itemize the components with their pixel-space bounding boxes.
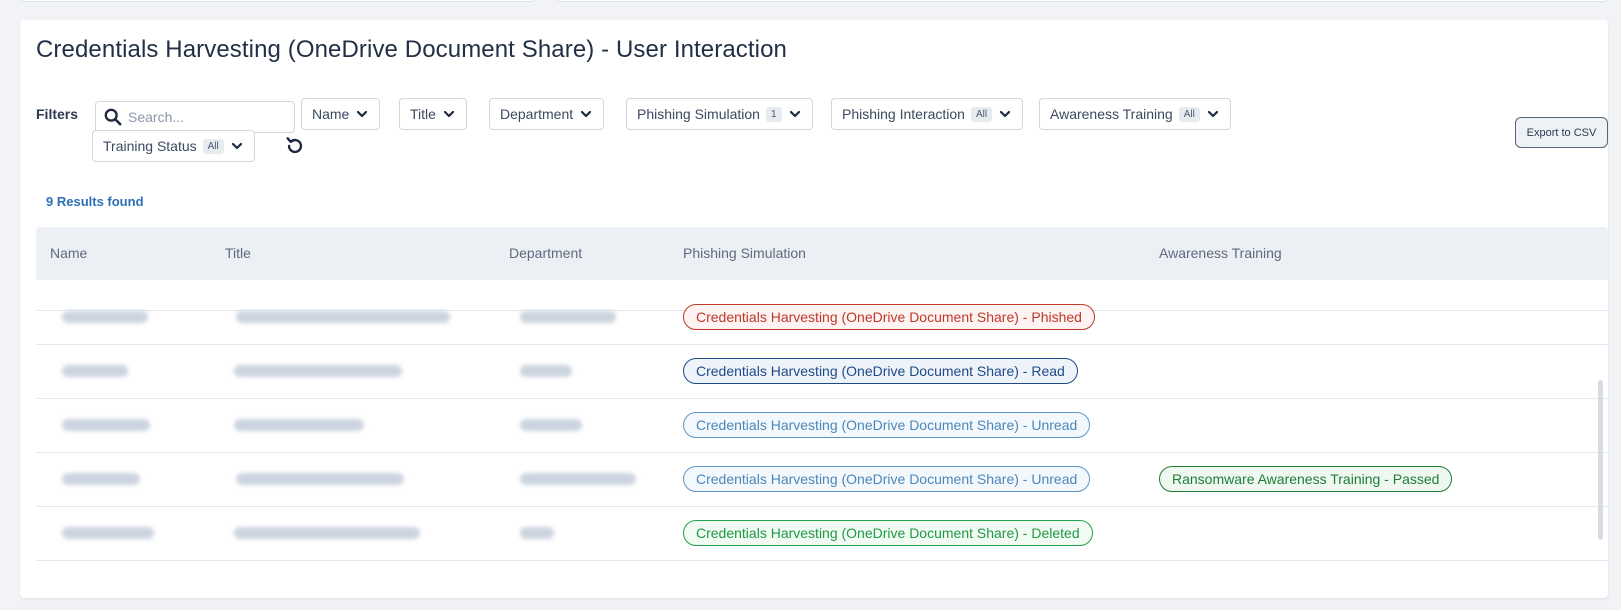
filter-phishing-simulation-label: Phishing Simulation: [637, 106, 760, 122]
phishing-status-badge: Credentials Harvesting (OneDrive Documen…: [683, 358, 1078, 384]
redacted-title: [234, 527, 420, 539]
filters-label: Filters: [36, 106, 79, 122]
filter-phishing-simulation[interactable]: Phishing Simulation 1: [626, 98, 813, 130]
redacted-title: [234, 419, 364, 431]
search-box[interactable]: [95, 101, 295, 133]
phishing-status-badge: Credentials Harvesting (OneDrive Documen…: [683, 466, 1091, 492]
filter-phishing-interaction-label: Phishing Interaction: [842, 106, 965, 122]
filter-title[interactable]: Title: [399, 98, 467, 130]
search-input[interactable]: [128, 109, 278, 125]
redacted-title: [236, 473, 404, 485]
page-title: Credentials Harvesting (OneDrive Documen…: [36, 36, 787, 63]
redacted-department: [520, 365, 572, 377]
chevron-down-icon: [999, 110, 1011, 118]
filter-phishing-interaction[interactable]: Phishing Interaction All: [831, 98, 1024, 130]
results-count: 9 Results found: [46, 194, 144, 209]
chevron-down-icon: [1207, 110, 1218, 118]
reset-icon: [286, 137, 303, 154]
redacted-name: [62, 311, 148, 323]
chevron-down-icon: [789, 110, 800, 118]
search-icon: [104, 108, 122, 126]
redacted-name: [62, 365, 128, 377]
chevron-down-icon: [231, 142, 242, 150]
column-header-phishing-simulation[interactable]: Phishing Simulation: [683, 245, 806, 261]
redacted-department: [520, 527, 554, 539]
user-interaction-panel: Credentials Harvesting (OneDrive Documen…: [20, 20, 1608, 598]
column-header-department[interactable]: Department: [509, 245, 582, 261]
redacted-name: [62, 419, 150, 431]
redacted-title: [236, 311, 450, 323]
table-scrollbar[interactable]: [1598, 380, 1603, 540]
table-row[interactable]: Credentials Harvesting (OneDrive Documen…: [36, 399, 1608, 453]
filter-all-badge: All: [202, 138, 224, 154]
column-header-title[interactable]: Title: [225, 245, 251, 261]
filter-all-badge: All: [970, 106, 993, 122]
redacted-department: [520, 311, 616, 323]
chevron-down-icon: [443, 110, 455, 118]
column-header-name[interactable]: Name: [50, 245, 87, 261]
table-row[interactable]: Credentials Harvesting (OneDrive Documen…: [36, 453, 1608, 507]
redacted-title: [234, 365, 402, 377]
phishing-status-badge: Credentials Harvesting (OneDrive Documen…: [683, 412, 1091, 438]
filter-name[interactable]: Name: [301, 98, 381, 130]
filter-department-label: Department: [500, 106, 574, 122]
table-header: Name Title Department Phishing Simulatio…: [36, 227, 1608, 280]
redacted-department: [520, 419, 582, 431]
redacted-department: [520, 473, 636, 485]
filter-training-status[interactable]: Training Status All: [92, 130, 255, 162]
training-status-badge: Ransomware Awareness Training - Passed: [1159, 466, 1453, 492]
top-card-right: [556, 0, 1608, 2]
filter-awareness-training[interactable]: Awareness Training All: [1039, 98, 1231, 130]
reset-filters-button[interactable]: [282, 133, 308, 159]
redacted-name: [62, 527, 154, 539]
filter-count-badge: 1: [765, 106, 782, 122]
filter-department[interactable]: Department: [489, 98, 605, 130]
table-row[interactable]: Credentials Harvesting (OneDrive Documen…: [36, 507, 1608, 561]
chevron-down-icon: [357, 110, 368, 118]
table-row[interactable]: Credentials Harvesting (OneDrive Documen…: [36, 345, 1608, 399]
filter-training-status-label: Training Status: [103, 138, 197, 154]
top-card-left: [20, 0, 534, 2]
filter-title-label: Title: [410, 106, 436, 122]
redacted-name: [62, 473, 140, 485]
phishing-status-badge: Credentials Harvesting (OneDrive Documen…: [683, 520, 1093, 546]
export-csv-button[interactable]: Export to CSV: [1515, 117, 1608, 148]
filter-name-label: Name: [312, 106, 350, 122]
filter-all-badge: All: [1178, 106, 1200, 122]
filter-awareness-training-label: Awareness Training: [1050, 106, 1173, 122]
chevron-down-icon: [581, 110, 592, 118]
phishing-status-badge: Credentials Harvesting (OneDrive Documen…: [683, 304, 1095, 330]
table-row[interactable]: Credentials Harvesting (OneDrive Documen…: [36, 291, 1608, 345]
column-header-awareness-training[interactable]: Awareness Training: [1159, 245, 1282, 261]
